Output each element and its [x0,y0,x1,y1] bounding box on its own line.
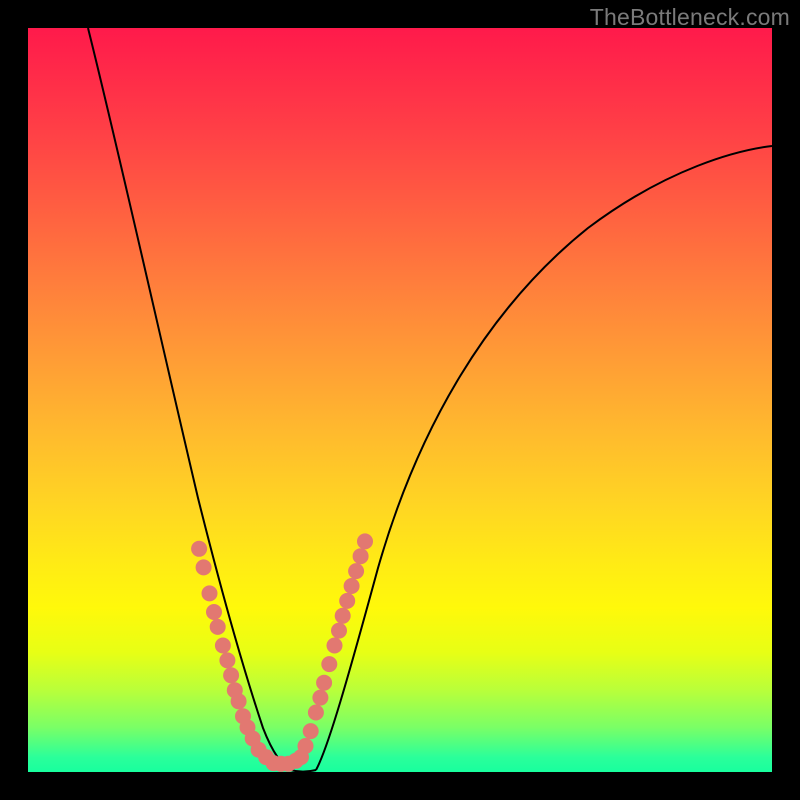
sample-dot [298,738,314,754]
curve-right-branch [316,146,772,770]
sample-dot [196,559,212,575]
sample-dot [191,541,207,557]
watermark-text: TheBottleneck.com [590,4,790,31]
sample-dot [219,652,235,668]
sample-dot [316,675,332,691]
sample-dot [210,619,226,635]
curve-floor [290,770,316,772]
sample-dot [321,656,337,672]
sample-dot [202,585,218,601]
sample-dot [353,548,369,564]
sample-dot [331,623,347,639]
sample-dot [215,638,231,654]
sample-dot [335,608,351,624]
curve-left-branch [88,28,290,770]
sample-dot [344,578,360,594]
sample-dot [303,723,319,739]
sample-dot [357,533,373,549]
plot-area [28,28,772,772]
sample-dot [327,638,343,654]
bottleneck-curve [28,28,772,772]
outer-frame: TheBottleneck.com [0,0,800,800]
sample-dot [223,667,239,683]
sample-dot [308,705,324,721]
sample-dot [312,690,328,706]
sample-dot [231,693,247,709]
sample-dot [339,593,355,609]
sample-dot [348,563,364,579]
sample-dot [206,604,222,620]
sample-dots [191,533,373,771]
